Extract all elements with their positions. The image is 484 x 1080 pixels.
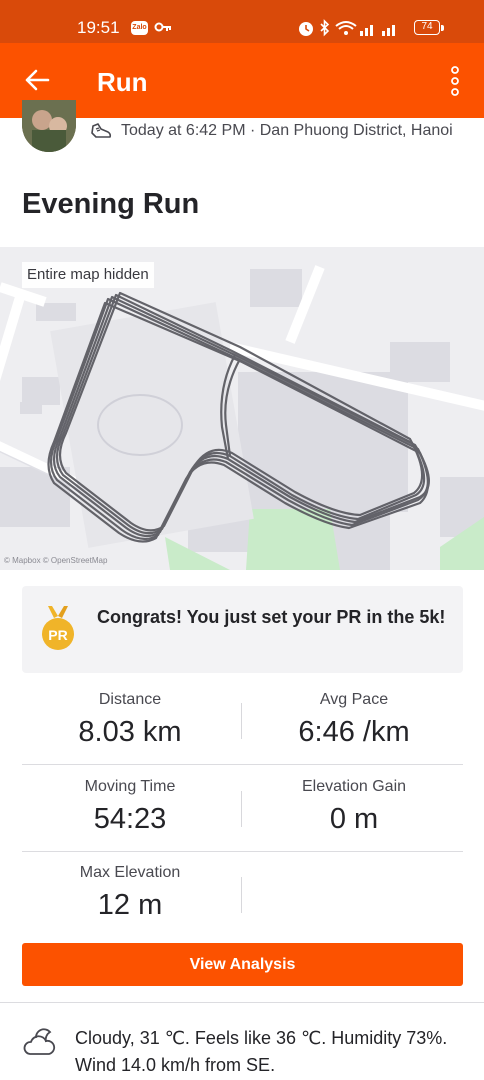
bluetooth-icon bbox=[320, 19, 330, 37]
stat-value: 0 m bbox=[329, 803, 379, 835]
stat-value: 54:23 bbox=[93, 803, 167, 835]
achievement-text: Congrats! You just set your PR in the 5k… bbox=[97, 607, 446, 627]
battery-tip bbox=[441, 25, 444, 31]
stat-distance: Distance 8.03 km bbox=[30, 691, 230, 749]
stat-value: 12 m bbox=[97, 889, 163, 921]
status-icons bbox=[299, 19, 395, 37]
alarm-icon bbox=[299, 22, 313, 36]
pr-medal-icon: PR bbox=[42, 606, 74, 650]
more-vertical-icon[interactable] bbox=[448, 65, 462, 97]
avatar[interactable] bbox=[22, 100, 76, 152]
stat-label: Avg Pace bbox=[319, 691, 389, 708]
page-title: Run bbox=[97, 67, 148, 97]
stat-label: Elevation Gain bbox=[301, 778, 407, 795]
map-attribution[interactable]: © Mapbox © OpenStreetMap bbox=[4, 556, 107, 565]
map-canvas bbox=[0, 247, 484, 570]
battery-icon: 74 bbox=[414, 20, 440, 35]
cloud-sun-icon bbox=[23, 1028, 56, 1055]
signal-icon bbox=[360, 25, 395, 36]
map-hidden-chip: Entire map hidden bbox=[22, 262, 154, 288]
stat-avg-pace: Avg Pace 6:46 /km bbox=[254, 691, 454, 749]
key-icon bbox=[154, 22, 171, 32]
row-divider bbox=[22, 851, 463, 852]
stat-max-elevation: Max Elevation 12 m bbox=[30, 864, 230, 922]
shoe-icon bbox=[91, 123, 112, 138]
zalo-icon: Zalo bbox=[131, 21, 148, 35]
route-map[interactable] bbox=[0, 247, 484, 570]
pr-badge-text: PR bbox=[48, 627, 67, 643]
stat-value: 8.03 km bbox=[78, 716, 182, 748]
stat-label: Moving Time bbox=[84, 778, 176, 795]
section-divider bbox=[0, 1002, 484, 1003]
stat-divider bbox=[241, 703, 242, 739]
status-time: 19:51 bbox=[77, 18, 120, 37]
stat-label: Max Elevation bbox=[79, 864, 181, 881]
stat-divider bbox=[241, 791, 242, 827]
activity-meta: Today at 6:42 PM · Dan Phuong District, … bbox=[121, 122, 453, 139]
stat-label: Distance bbox=[98, 691, 162, 708]
stat-value: 6:46 /km bbox=[298, 716, 410, 748]
stat-elevation-gain: Elevation Gain 0 m bbox=[254, 778, 454, 836]
view-analysis-button[interactable]: View Analysis bbox=[22, 943, 463, 986]
row-divider bbox=[22, 764, 463, 765]
activity-title[interactable]: Evening Run bbox=[22, 188, 199, 221]
weather-summary: Cloudy, 31 ℃. Feels like 36 ℃. Humidity … bbox=[75, 1028, 448, 1075]
back-arrow-icon[interactable] bbox=[24, 68, 50, 92]
stat-divider bbox=[241, 877, 242, 913]
status-bar: 19:51 Zalo 74 bbox=[0, 0, 484, 43]
wifi-icon bbox=[335, 21, 357, 35]
stat-moving-time: Moving Time 54:23 bbox=[30, 778, 230, 836]
